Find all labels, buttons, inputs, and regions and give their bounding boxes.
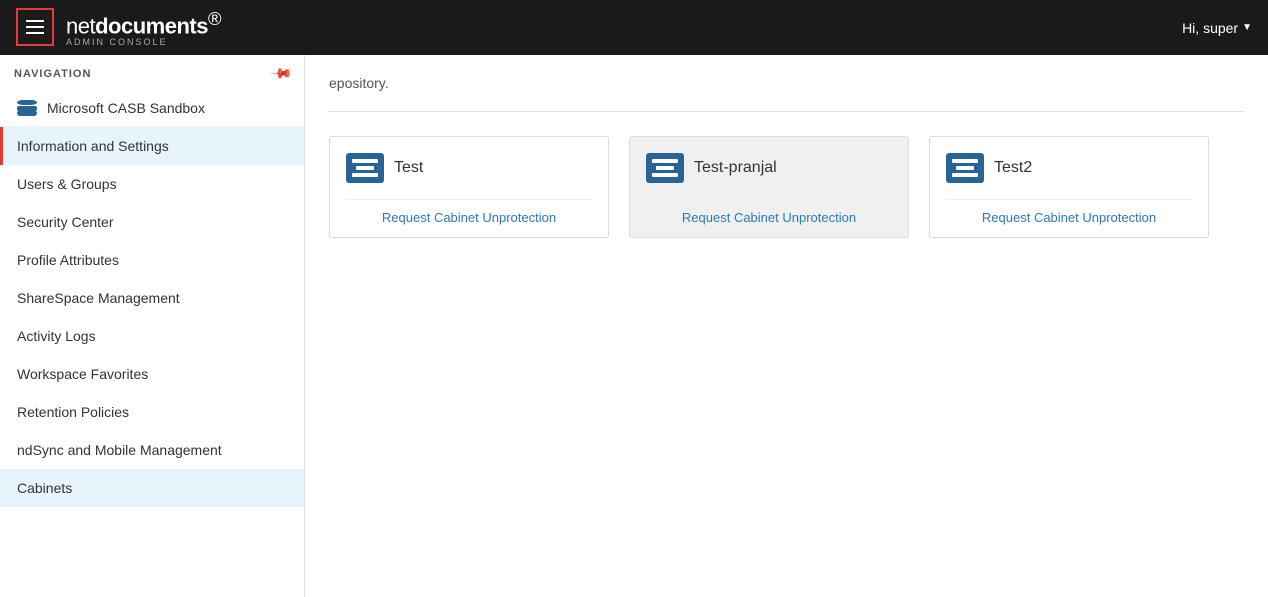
- app-layout: NAVIGATION 📌 Microsoft CASB Sandbox Info…: [0, 55, 1268, 597]
- icon-line: [352, 159, 378, 163]
- sidebar-item-workspace-favorites[interactable]: Workspace Favorites: [0, 355, 304, 393]
- cabinet-card-header: Test-pranjal: [646, 153, 892, 183]
- sidebar-item-ndsync-mobile[interactable]: ndSync and Mobile Management: [0, 431, 304, 469]
- icon-line: [652, 159, 678, 163]
- sidebar-item-label: Profile Attributes: [17, 252, 119, 268]
- sidebar-item-label: Cabinets: [17, 480, 72, 496]
- logo: netdocuments® ADMIN CONSOLE: [66, 8, 221, 47]
- cabinet-card-test[interactable]: Test Request Cabinet Unprotection: [329, 136, 609, 238]
- header-left: netdocuments® ADMIN CONSOLE: [16, 8, 221, 47]
- icon-line: [356, 166, 374, 170]
- sidebar-item-retention-policies[interactable]: Retention Policies: [0, 393, 304, 431]
- repo-description: epository.: [329, 75, 1244, 91]
- cabinet-unprotection-link[interactable]: Request Cabinet Unprotection: [646, 199, 892, 225]
- sidebar-item-label: Retention Policies: [17, 404, 129, 420]
- sidebar-item-activity-logs[interactable]: Activity Logs: [0, 317, 304, 355]
- cabinet-icon: [346, 153, 384, 183]
- cabinet-icon: [946, 153, 984, 183]
- icon-line: [352, 173, 378, 177]
- sidebar-item-label: Activity Logs: [17, 328, 96, 344]
- brand-light: net: [66, 13, 95, 38]
- icon-line: [952, 159, 978, 163]
- icon-line: [952, 173, 978, 177]
- app-header: netdocuments® ADMIN CONSOLE Hi, super ▼: [0, 0, 1268, 55]
- cabinet-card-header: Test2: [946, 153, 1192, 183]
- sidebar-item-casb[interactable]: Microsoft CASB Sandbox: [0, 90, 304, 127]
- cabinet-name: Test2: [994, 159, 1032, 177]
- brand-bold: documents: [95, 13, 208, 38]
- chevron-down-icon: ▼: [1242, 22, 1252, 33]
- hamburger-line: [26, 32, 44, 34]
- sidebar-item-sharespace-management[interactable]: ShareSpace Management: [0, 279, 304, 317]
- nav-label: NAVIGATION: [14, 68, 91, 80]
- hamburger-line: [26, 26, 44, 28]
- sidebar-item-profile-attributes[interactable]: Profile Attributes: [0, 241, 304, 279]
- cabinet-unprotection-link[interactable]: Request Cabinet Unprotection: [346, 199, 592, 225]
- cabinet-icon: [646, 153, 684, 183]
- user-menu[interactable]: Hi, super ▼: [1182, 20, 1252, 36]
- brand-super: ®: [208, 8, 221, 29]
- menu-button[interactable]: [16, 8, 54, 46]
- icon-line: [956, 166, 974, 170]
- sidebar: NAVIGATION 📌 Microsoft CASB Sandbox Info…: [0, 55, 305, 597]
- pin-icon[interactable]: 📌: [269, 61, 293, 85]
- sidebar-item-label: Information and Settings: [17, 138, 169, 154]
- cabinet-card-test2[interactable]: Test2 Request Cabinet Unprotection: [929, 136, 1209, 238]
- cabinet-card-header: Test: [346, 153, 592, 183]
- repo-text-content: epository.: [329, 75, 389, 91]
- sidebar-item-label: ShareSpace Management: [17, 290, 180, 306]
- admin-console-label: ADMIN CONSOLE: [66, 37, 221, 47]
- database-icon: [17, 100, 37, 116]
- sidebar-item-label: Workspace Favorites: [17, 366, 148, 382]
- cabinet-name: Test: [394, 159, 423, 177]
- cabinet-card-test-pranjal[interactable]: Test-pranjal Request Cabinet Unprotectio…: [629, 136, 909, 238]
- cabinet-unprotection-link[interactable]: Request Cabinet Unprotection: [946, 199, 1192, 225]
- sidebar-item-label: Security Center: [17, 214, 113, 230]
- hamburger-line: [26, 20, 44, 22]
- user-greeting: Hi, super: [1182, 20, 1238, 36]
- icon-line: [656, 166, 674, 170]
- sidebar-item-label: ndSync and Mobile Management: [17, 442, 222, 458]
- main-content: epository. Test Request Cabinet Unprotec…: [305, 55, 1268, 597]
- divider: [329, 111, 1244, 112]
- casb-label: Microsoft CASB Sandbox: [47, 100, 205, 116]
- brand-text: netdocuments®: [66, 8, 221, 39]
- cabinet-name: Test-pranjal: [694, 159, 777, 177]
- sidebar-header: NAVIGATION 📌: [0, 55, 304, 90]
- sidebar-item-security-center[interactable]: Security Center: [0, 203, 304, 241]
- sidebar-item-information-settings[interactable]: Information and Settings: [0, 127, 304, 165]
- sidebar-item-label: Users & Groups: [17, 176, 117, 192]
- sidebar-item-cabinets[interactable]: Cabinets: [0, 469, 304, 507]
- sidebar-item-users-groups[interactable]: Users & Groups: [0, 165, 304, 203]
- icon-line: [652, 173, 678, 177]
- cabinets-grid: Test Request Cabinet Unprotection Test-p…: [329, 136, 1244, 238]
